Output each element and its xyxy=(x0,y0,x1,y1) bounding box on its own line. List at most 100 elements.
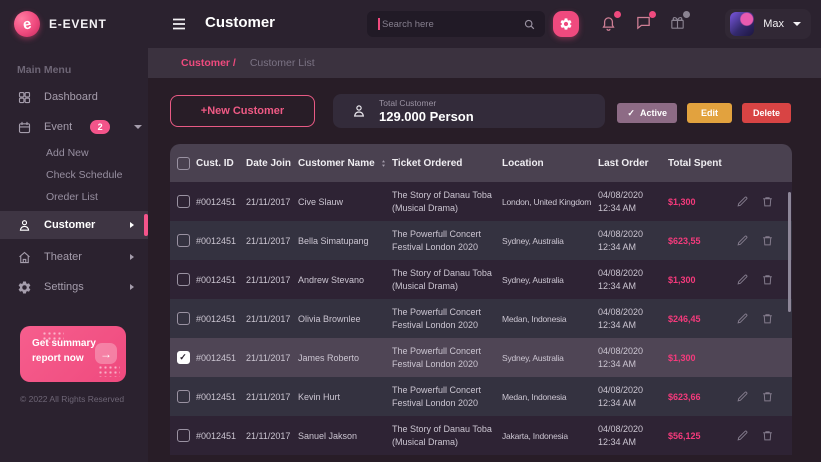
customer-name: Olivia Brownlee xyxy=(298,313,361,324)
search-icon[interactable] xyxy=(523,18,536,31)
delete-row-icon[interactable] xyxy=(761,390,774,403)
edit-row-icon[interactable] xyxy=(736,390,749,403)
delete-row-icon[interactable] xyxy=(761,195,774,208)
person-icon xyxy=(19,219,30,231)
table-row[interactable]: #0012451 21/11/2017 Bella Simatupang The… xyxy=(170,221,792,260)
customer-name: Kevin Hurt xyxy=(298,391,341,402)
sidebar-item-settings[interactable]: Settings xyxy=(0,272,148,302)
sidebar-item-theater[interactable]: Theater xyxy=(0,242,148,272)
table-scrollbar[interactable] xyxy=(788,192,791,312)
event-submenu: Add New Check Schedule Oreder List xyxy=(0,142,148,208)
search-input[interactable] xyxy=(367,18,523,30)
row-checkbox[interactable] xyxy=(176,390,190,403)
sidebar-item-check-schedule[interactable]: Check Schedule xyxy=(0,164,148,186)
new-customer-button[interactable]: +New Customer xyxy=(170,95,315,127)
delete-button[interactable]: Delete xyxy=(741,103,791,123)
table-row[interactable]: #0012451 21/11/2017 Sanuel Jakson The St… xyxy=(170,416,792,455)
row-actions xyxy=(732,312,792,325)
gift-icon[interactable] xyxy=(669,11,690,31)
total-spent: $1,300 xyxy=(668,352,696,363)
row-checkbox[interactable] xyxy=(176,312,190,325)
sidebar-item-label: Theater xyxy=(44,251,82,263)
user-menu[interactable]: Max xyxy=(725,9,811,39)
sidebar-item-customer[interactable]: Customer xyxy=(0,211,148,239)
date-join: 21/11/2017 xyxy=(246,391,291,402)
location: Sydney, Australia xyxy=(502,352,564,363)
row-checkbox-checked[interactable]: ✓ xyxy=(176,351,190,364)
sidebar-item-add-new[interactable]: Add New xyxy=(0,142,148,164)
table-row[interactable]: #0012451 21/11/2017 Olivia Brownlee The … xyxy=(170,299,792,338)
delete-row-icon[interactable] xyxy=(761,429,774,442)
table-row[interactable]: #0012451 21/11/2017 Cive Slauw The Story… xyxy=(170,182,792,221)
active-filter-button[interactable]: ✓ Active xyxy=(617,103,677,123)
edit-row-icon[interactable] xyxy=(736,234,749,247)
col-ticket-ordered: Ticket Ordered xyxy=(392,157,463,169)
ticket-ordered: The Powerfull Concert Festival London 20… xyxy=(392,384,482,408)
cust-id: #0012451 xyxy=(196,274,237,285)
edit-row-icon[interactable] xyxy=(736,312,749,325)
edit-button[interactable]: Edit xyxy=(686,103,732,123)
sidebar-item-event[interactable]: Event 2 xyxy=(0,112,148,142)
sidebar-item-dashboard[interactable]: Dashboard xyxy=(0,82,148,112)
sidebar-item-oreder-list[interactable]: Oreder List xyxy=(0,186,148,208)
breadcrumb-section[interactable]: Customer / xyxy=(181,57,236,69)
last-order: 04/08/2020 12:34 AM xyxy=(598,267,644,291)
row-actions xyxy=(732,390,792,403)
hamburger-menu-icon[interactable] xyxy=(170,15,188,33)
messages-icon[interactable] xyxy=(635,11,656,31)
app-root: e E-EVENT Main Menu Dashboard Event 2 Ad… xyxy=(0,0,821,462)
row-checkbox[interactable] xyxy=(176,195,190,208)
event-count-badge: 2 xyxy=(90,120,111,134)
total-spent: $1,300 xyxy=(668,274,696,285)
total-customer-label: Total Customer xyxy=(379,98,437,108)
table-row-selected[interactable]: ✓ #0012451 21/11/2017 James Roberto The … xyxy=(170,338,792,377)
row-actions xyxy=(732,429,792,442)
delete-row-icon[interactable] xyxy=(761,273,774,286)
edit-row-icon[interactable] xyxy=(736,195,749,208)
col-date-join: Date Join xyxy=(246,157,292,169)
select-all-checkbox[interactable] xyxy=(176,156,190,170)
sidebar-nav: Dashboard Event 2 Add New Check Schedule… xyxy=(0,82,148,302)
date-join: 21/11/2017 xyxy=(246,235,291,246)
edit-row-icon[interactable] xyxy=(736,429,749,442)
col-last-order: Last Order xyxy=(598,157,649,169)
row-checkbox[interactable] xyxy=(176,273,190,286)
delete-row-icon[interactable] xyxy=(761,312,774,325)
bulk-actions: ✓ Active Edit Delete xyxy=(617,103,791,123)
breadcrumb-page[interactable]: Customer List xyxy=(250,57,315,69)
table-row[interactable]: #0012451 21/11/2017 Andrew Stevano The S… xyxy=(170,260,792,299)
row-checkbox[interactable] xyxy=(176,234,190,247)
delete-row-icon[interactable] xyxy=(761,234,774,247)
customer-name: Cive Slauw xyxy=(298,196,344,207)
dashboard-icon xyxy=(18,91,31,103)
last-order: 04/08/2020 12:34 AM xyxy=(598,189,644,213)
row-checkbox[interactable] xyxy=(176,429,190,442)
summary-report-card[interactable]: Get summary report now → xyxy=(20,326,126,382)
date-join: 21/11/2017 xyxy=(246,196,291,207)
cust-id: #0012451 xyxy=(196,391,237,402)
user-name: Max xyxy=(763,18,784,30)
location: Sydney, Australia xyxy=(502,274,564,285)
text-cursor xyxy=(378,18,380,30)
notifications-bell-icon[interactable] xyxy=(600,11,621,31)
gear-icon xyxy=(560,18,572,30)
page-title: Customer xyxy=(205,14,276,31)
row-actions xyxy=(732,273,792,286)
settings-quick-button[interactable] xyxy=(553,11,579,37)
table-row[interactable]: #0012451 21/11/2017 Kevin Hurt The Power… xyxy=(170,377,792,416)
main-content: +New Customer Total Customer 129.000 Per… xyxy=(148,78,821,462)
total-spent: $623,66 xyxy=(668,391,701,402)
edit-row-icon[interactable] xyxy=(736,273,749,286)
cust-id: #0012451 xyxy=(196,313,237,324)
notification-dot xyxy=(614,11,621,18)
col-location: Location xyxy=(502,157,544,169)
cust-id: #0012451 xyxy=(196,352,237,363)
sort-icon[interactable] xyxy=(379,159,388,168)
sidebar: e E-EVENT Main Menu Dashboard Event 2 Ad… xyxy=(0,0,148,462)
col-total-spent: Total Spent xyxy=(668,157,722,169)
ticket-ordered: The Story of Danau Toba (Musical Drama) xyxy=(392,267,492,291)
person-icon xyxy=(353,105,365,117)
brand-name: E-EVENT xyxy=(49,17,107,31)
date-join: 21/11/2017 xyxy=(246,430,291,441)
arrow-right-button[interactable]: → xyxy=(95,343,117,364)
